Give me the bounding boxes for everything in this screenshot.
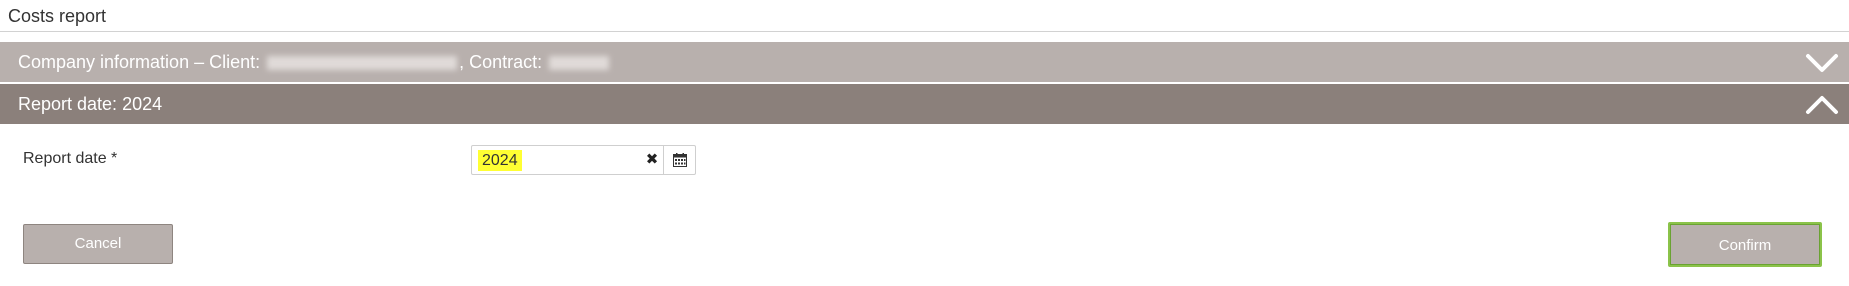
- report-date-panel-label: Report date: 2024: [18, 94, 163, 114]
- client-value-redacted: [267, 56, 458, 71]
- chevron-up-icon[interactable]: [1805, 88, 1839, 120]
- report-date-label: Report date *: [23, 150, 118, 167]
- calendar-button[interactable]: [663, 146, 695, 174]
- report-date-panel-header[interactable]: Report date: 2024: [0, 84, 1849, 124]
- company-information-panel-header[interactable]: Company information – Client: , Contract…: [0, 42, 1849, 82]
- chevron-down-icon[interactable]: [1805, 46, 1839, 78]
- cancel-button[interactable]: Cancel: [23, 224, 173, 264]
- contract-value-redacted: [549, 56, 610, 71]
- clear-icon[interactable]: ✖: [641, 146, 663, 174]
- title-divider: [0, 31, 1849, 32]
- report-date-value[interactable]: 2024: [478, 150, 522, 171]
- company-information-label: Company information – Client:: [18, 52, 261, 72]
- contract-label: , Contract:: [459, 52, 543, 72]
- report-date-input[interactable]: 2024 ✖: [471, 145, 696, 175]
- calendar-icon: [673, 153, 687, 167]
- page-title: Costs report: [8, 6, 107, 26]
- confirm-button[interactable]: Confirm: [1668, 222, 1822, 267]
